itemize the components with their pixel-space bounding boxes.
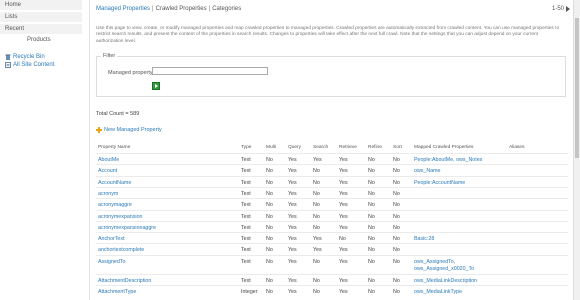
table-row: AssignedTo Text No Yes No Yes No No ows_Assigned… bbox=[96, 254, 568, 275]
filter-go-button[interactable] bbox=[152, 82, 160, 90]
cell-multi: No bbox=[266, 258, 273, 265]
property-name-link[interactable]: AssignedTo bbox=[98, 256, 125, 268]
page-description: Use this page to view, create, or modify… bbox=[96, 26, 560, 44]
next-page-icon[interactable] bbox=[566, 6, 570, 12]
nav-lists[interactable]: Lists bbox=[0, 12, 82, 23]
tab-separator: | bbox=[208, 6, 211, 12]
all-site-content-label: All Site Content bbox=[13, 62, 55, 68]
nav-products-label: Products bbox=[27, 37, 51, 43]
recycle-bin-icon bbox=[5, 54, 11, 60]
table-header-row: Property Name Type Multi Query Search Retriev… bbox=[96, 143, 568, 153]
column-header[interactable]: Type bbox=[241, 143, 251, 153]
cell-type: Integer bbox=[241, 289, 258, 295]
cell-refine: No bbox=[368, 258, 375, 265]
column-header[interactable]: Refine bbox=[368, 143, 382, 153]
nav-all-site-content[interactable]: All Site Content bbox=[5, 62, 54, 68]
cell-type: Text bbox=[241, 258, 251, 265]
nav-products[interactable]: Products bbox=[27, 37, 51, 43]
tab-separator: | bbox=[152, 6, 154, 12]
cell-multi: No bbox=[266, 289, 273, 295]
column-header[interactable]: Aliases bbox=[509, 143, 524, 153]
pager-range: 1-50 bbox=[551, 6, 564, 12]
main-content: Managed Properties | Crawled Properties | Ca… bbox=[96, 0, 572, 300]
nav-divider bbox=[89, 0, 90, 300]
filter-panel: Filter Managed property bbox=[96, 53, 566, 97]
total-count: Total Count = 589 bbox=[96, 111, 140, 117]
managed-property-filter-input[interactable] bbox=[152, 67, 268, 75]
nav-recycle-bin[interactable]: Recycle Bin bbox=[5, 54, 45, 60]
left-navigation: Home Lists Recent Products Recycle Bin A… bbox=[0, 0, 88, 300]
recycle-bin-label: Recycle Bin bbox=[13, 54, 45, 60]
cell-query: Yes bbox=[288, 289, 297, 295]
nav-home[interactable]: Home bbox=[0, 0, 82, 11]
pager: 1-50 bbox=[552, 6, 570, 12]
add-icon bbox=[96, 127, 102, 133]
nav-home-label: Home bbox=[5, 2, 22, 8]
mapped-crawled-properties[interactable]: ows_MediaLinkType bbox=[414, 286, 462, 298]
column-header[interactable]: Multi bbox=[266, 143, 276, 153]
nav-recent[interactable]: Recent bbox=[0, 24, 82, 35]
cell-query: Yes bbox=[288, 258, 297, 265]
nav-recent-label: Recent bbox=[5, 26, 25, 32]
scrollbar-thumb[interactable] bbox=[575, 18, 579, 158]
cell-sort: No bbox=[393, 289, 400, 295]
column-header[interactable]: Sort bbox=[393, 143, 402, 153]
site-content-icon bbox=[5, 62, 11, 68]
column-header[interactable]: Search bbox=[313, 143, 328, 153]
tab-managed-properties[interactable]: Managed Properties bbox=[96, 6, 150, 12]
cell-refine: No bbox=[368, 289, 375, 295]
property-name-link[interactable]: AttachmentType bbox=[98, 286, 136, 298]
cell-retrieve: Yes bbox=[339, 289, 348, 295]
column-header[interactable]: Property Name bbox=[98, 143, 130, 153]
column-header[interactable]: Retrieve bbox=[339, 143, 357, 153]
new-managed-property-label: New Managed Property bbox=[104, 127, 162, 133]
cell-search: No bbox=[313, 258, 320, 265]
cell-retrieve: Yes bbox=[339, 258, 348, 265]
nav-lists-label: Lists bbox=[5, 14, 18, 20]
vertical-scrollbar[interactable] bbox=[573, 0, 580, 300]
property-tabs: Managed Properties | Crawled Properties | Ca… bbox=[96, 6, 241, 12]
column-header[interactable]: Query bbox=[288, 143, 301, 153]
column-header[interactable]: Mapped Crawled Properties bbox=[414, 143, 473, 153]
new-managed-property-link[interactable]: New Managed Property bbox=[96, 127, 162, 133]
filter-legend: Filter bbox=[101, 53, 118, 59]
cell-sort: No bbox=[393, 258, 400, 265]
table-row: AttachmentType Integer No Yes No Yes No No ows_M… bbox=[96, 285, 568, 297]
cell-search: No bbox=[313, 289, 320, 295]
managed-property-label: Managed property bbox=[108, 70, 153, 76]
tab-crawled-properties[interactable]: Crawled Properties bbox=[156, 6, 207, 12]
tab-categories[interactable]: Categories bbox=[212, 6, 241, 12]
